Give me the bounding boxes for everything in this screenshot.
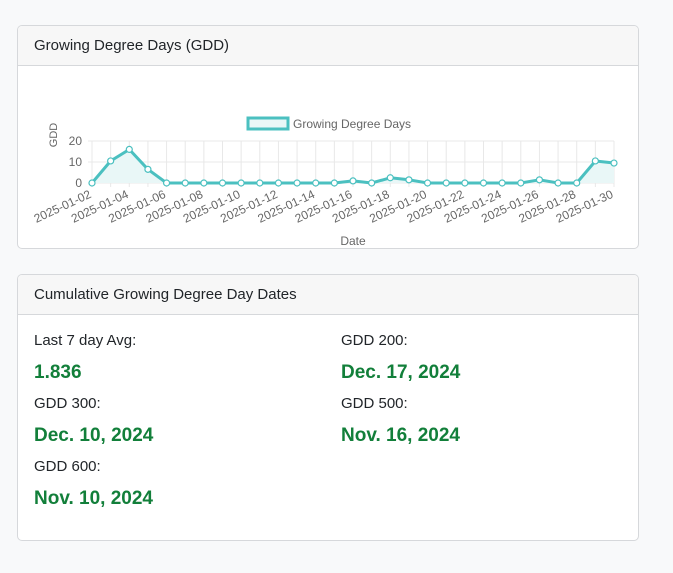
- gdd300-value: Dec. 10, 2024: [34, 425, 154, 446]
- gdd200-block: GDD 200: Dec. 17, 2024: [341, 332, 638, 384]
- gdd300-block: GDD 300: Dec. 10, 2024: [34, 395, 334, 447]
- gdd500-value: Nov. 16, 2024: [341, 425, 461, 446]
- last7-avg-value: 1.836: [34, 362, 82, 383]
- data-point[interactable]: [125, 145, 133, 154]
- data-point[interactable]: [181, 179, 189, 187]
- data-point[interactable]: [479, 179, 488, 187]
- gdd200-label: GDD 200:: [341, 332, 408, 349]
- data-point[interactable]: [293, 179, 301, 187]
- gdd-chart: 01020 2025-01-022025-01-042025-01-062025…: [32, 116, 618, 248]
- gdd-card: Growing Degree Days (GDD) 0 10 20 2025-01-…: [17, 25, 639, 249]
- gdd600-label: GDD 600:: [34, 458, 101, 475]
- legend-label: Growing Degree Days: [293, 117, 411, 131]
- gdd200-value: Dec. 17, 2024: [341, 362, 461, 383]
- x-axis-label: Date: [340, 234, 366, 248]
- data-point[interactable]: [461, 179, 469, 187]
- data-point[interactable]: [312, 179, 320, 187]
- gdd600-value: Nov. 10, 2024: [34, 488, 154, 509]
- y-axis-label: GDD: [48, 123, 60, 148]
- data-point[interactable]: [423, 179, 432, 187]
- cumulative-card-title: Cumulative Growing Degree Day Dates: [18, 275, 638, 315]
- data-point[interactable]: [517, 179, 525, 187]
- legend-swatch: [246, 116, 290, 131]
- data-point[interactable]: [274, 179, 283, 187]
- data-point[interactable]: [386, 174, 394, 182]
- data-point[interactable]: [88, 179, 96, 187]
- last7-avg-label: Last 7 day Avg:: [34, 332, 137, 349]
- data-point[interactable]: [162, 179, 171, 187]
- data-point[interactable]: [256, 179, 264, 187]
- data-point[interactable]: [237, 179, 245, 187]
- data-point[interactable]: [442, 179, 450, 187]
- last7-avg-block: Last 7 day Avg: 1.836: [34, 332, 334, 384]
- gdd300-label: GDD 300:: [34, 395, 101, 412]
- data-point[interactable]: [330, 179, 338, 187]
- y-tick-label: 0: [75, 176, 82, 190]
- data-point[interactable]: [498, 179, 506, 187]
- data-point[interactable]: [368, 179, 376, 187]
- data-point[interactable]: [144, 165, 152, 173]
- data-point[interactable]: [554, 179, 562, 187]
- data-point[interactable]: [535, 176, 544, 184]
- data-point[interactable]: [591, 157, 599, 165]
- data-point[interactable]: [610, 159, 618, 167]
- legend[interactable]: Growing Degree Days: [246, 116, 411, 131]
- data-point[interactable]: [573, 179, 581, 187]
- cumulative-gdd-card: Cumulative Growing Degree Day Dates Last…: [17, 274, 639, 541]
- data-point[interactable]: [107, 157, 115, 165]
- data-point[interactable]: [200, 179, 208, 187]
- y-tick-label: 10: [69, 155, 83, 169]
- gdd500-block: GDD 500: Nov. 16, 2024: [341, 395, 638, 447]
- data-point[interactable]: [218, 179, 227, 187]
- gdd500-label: GDD 500:: [341, 395, 408, 412]
- y-tick-label: 20: [69, 134, 83, 148]
- data-point[interactable]: [349, 177, 357, 185]
- gdd-card-title: Growing Degree Days (GDD): [18, 26, 638, 66]
- gdd600-block: GDD 600: Nov. 10, 2024: [34, 458, 334, 510]
- data-point[interactable]: [405, 176, 413, 184]
